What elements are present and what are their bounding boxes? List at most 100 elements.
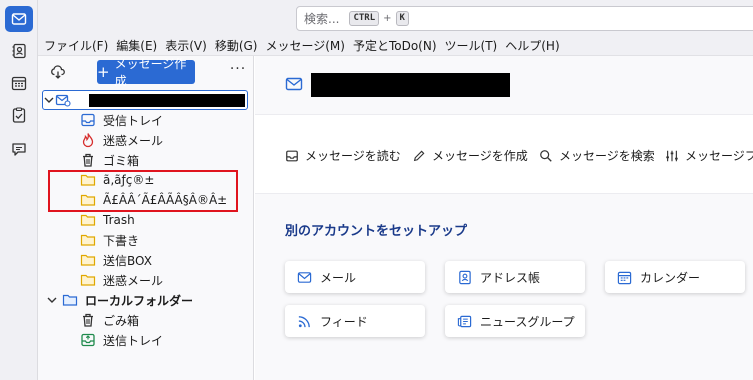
menu-message[interactable]: メッセージ(M)	[265, 37, 344, 54]
tasks-icon	[12, 107, 26, 123]
filter-sliders-icon	[666, 150, 678, 161]
setup-address-book-label: アドレス帳	[480, 270, 541, 285]
folder-label: 迷惑メール	[103, 133, 164, 148]
trash-icon	[80, 152, 96, 168]
local-folder-trash[interactable]: ごみ箱	[38, 310, 254, 330]
folder-label: ごみ箱	[103, 313, 140, 328]
account-mail-icon	[55, 92, 71, 108]
local-folders-row[interactable]: ローカルフォルダー	[38, 290, 254, 310]
mail-icon	[285, 77, 303, 91]
setup-feed-label: フィード	[320, 314, 368, 329]
calendar-icon	[617, 271, 632, 284]
folder-icon	[80, 252, 96, 268]
folder-trash[interactable]: ゴミ箱	[38, 150, 254, 170]
chat-icon	[12, 143, 26, 156]
pencil-icon	[413, 150, 425, 161]
folder-sentbox[interactable]: 送信BOX	[38, 250, 254, 270]
search-icon	[540, 149, 552, 162]
compose-message-label: メッセージを作成	[432, 149, 528, 163]
spaces-toolbar	[0, 0, 38, 380]
folder-icon	[80, 212, 96, 228]
newsgroup-icon	[457, 315, 472, 327]
setup-newsgroup-label: ニュースグループ	[480, 314, 575, 329]
chevron-down-icon[interactable]	[46, 296, 58, 304]
compose-message-button[interactable]: メッセージを作成	[412, 147, 528, 164]
address-book-icon	[459, 270, 471, 284]
chat-space-button[interactable]	[5, 136, 33, 162]
chevron-down-icon[interactable]	[43, 96, 55, 104]
menu-tools[interactable]: ツール(T)	[445, 37, 498, 54]
trash-icon	[80, 312, 96, 328]
setup-calendar-button[interactable]: カレンダー	[605, 261, 745, 293]
menu-events-tasks[interactable]: 予定とToDo(N)	[353, 37, 437, 54]
folder-junk-2[interactable]: 迷惑メール	[38, 270, 254, 290]
rss-feed-icon	[298, 315, 310, 327]
k-key-hint: K	[395, 11, 409, 26]
folder-pane: + メッセージ作成 ··· 受信トレイ 迷惑メール ゴミ箱 ã‚ãƒç®± Ã£…	[38, 56, 254, 380]
folder-label: 送信BOX	[103, 253, 152, 268]
calendar-icon	[11, 76, 27, 91]
mail-icon	[297, 271, 312, 283]
folder-trash-en[interactable]: Trash	[38, 210, 254, 230]
calendar-space-button[interactable]	[5, 70, 33, 96]
key-plus: +	[383, 13, 392, 24]
folder-drafts[interactable]: 下書き	[38, 230, 254, 250]
menu-bar: ファイル(F) 編集(E) 表示(V) 移動(G) メッセージ(M) 予定とTo…	[38, 36, 753, 56]
junk-fire-icon	[80, 132, 96, 148]
ctrl-key-hint: CTRL	[349, 11, 380, 26]
redacted-account-title	[311, 73, 510, 97]
search-messages-button[interactable]: メッセージを検索	[539, 147, 655, 164]
setup-address-book-button[interactable]: アドレス帳	[445, 261, 585, 293]
account-central: メッセージを読む メッセージを作成 メッセージを検索 メッセージフィル 別のアカ…	[255, 56, 753, 380]
folder-label: 送信トレイ	[103, 333, 164, 348]
folder-pane-header: + メッセージ作成 ···	[38, 56, 254, 88]
local-folders-label: ローカルフォルダー	[85, 293, 194, 308]
setup-newsgroup-button[interactable]: ニュースグループ	[445, 305, 585, 337]
menu-help[interactable]: ヘルプ(H)	[505, 37, 559, 54]
folder-inbox[interactable]: 受信トレイ	[38, 110, 254, 130]
menu-file[interactable]: ファイル(F)	[44, 37, 108, 54]
tasks-space-button[interactable]	[5, 102, 33, 128]
search-input[interactable]: 検索... CTRL + K	[296, 6, 753, 31]
account-actions: メッセージを読む メッセージを作成 メッセージを検索 メッセージフィル	[255, 114, 753, 194]
read-messages-button[interactable]: メッセージを読む	[285, 147, 401, 164]
folder-label: 受信トレイ	[103, 113, 164, 128]
local-folder-icon	[62, 292, 78, 308]
plus-icon: +	[97, 63, 110, 81]
address-book-icon	[12, 43, 26, 59]
new-message-button[interactable]: + メッセージ作成	[97, 57, 195, 88]
folder-label: Trash	[103, 213, 135, 227]
get-messages-button[interactable]	[48, 62, 68, 82]
read-messages-label: メッセージを読む	[305, 149, 401, 163]
setup-calendar-label: カレンダー	[640, 270, 701, 285]
menu-edit[interactable]: 編集(E)	[116, 37, 157, 54]
account-header	[255, 56, 753, 114]
local-folder-outbox[interactable]: 送信トレイ	[38, 330, 254, 350]
menu-go[interactable]: 移動(G)	[215, 37, 258, 54]
message-filters-button[interactable]: メッセージフィル	[665, 147, 753, 164]
highlight-annotation-box	[48, 170, 238, 212]
search-placeholder: 検索...	[304, 12, 340, 26]
mail-space-button[interactable]	[5, 6, 33, 32]
setup-account-heading: 別のアカウントをセットアップ	[285, 224, 468, 239]
folder-label: 迷惑メール	[103, 273, 164, 288]
inbox-icon	[80, 112, 96, 128]
address-book-space-button[interactable]	[5, 38, 33, 64]
cloud-download-icon	[51, 65, 65, 79]
outbox-icon	[80, 332, 96, 348]
account-row[interactable]	[42, 90, 248, 110]
menu-view[interactable]: 表示(V)	[165, 37, 207, 54]
title-bar: 検索... CTRL + K	[38, 0, 753, 36]
setup-feed-button[interactable]: フィード	[285, 305, 425, 337]
search-messages-label: メッセージを検索	[559, 149, 655, 163]
setup-mail-button[interactable]: メール	[285, 261, 425, 293]
mail-icon	[11, 13, 27, 25]
inbox-icon	[286, 150, 298, 161]
setup-mail-label: メール	[320, 270, 357, 285]
folder-label: 下書き	[103, 233, 140, 248]
new-message-label: メッセージ作成	[114, 57, 187, 88]
folder-icon	[80, 272, 96, 288]
folder-junk[interactable]: 迷惑メール	[38, 130, 254, 150]
folder-label: ゴミ箱	[103, 153, 140, 168]
folder-pane-menu-button[interactable]: ···	[228, 62, 248, 82]
